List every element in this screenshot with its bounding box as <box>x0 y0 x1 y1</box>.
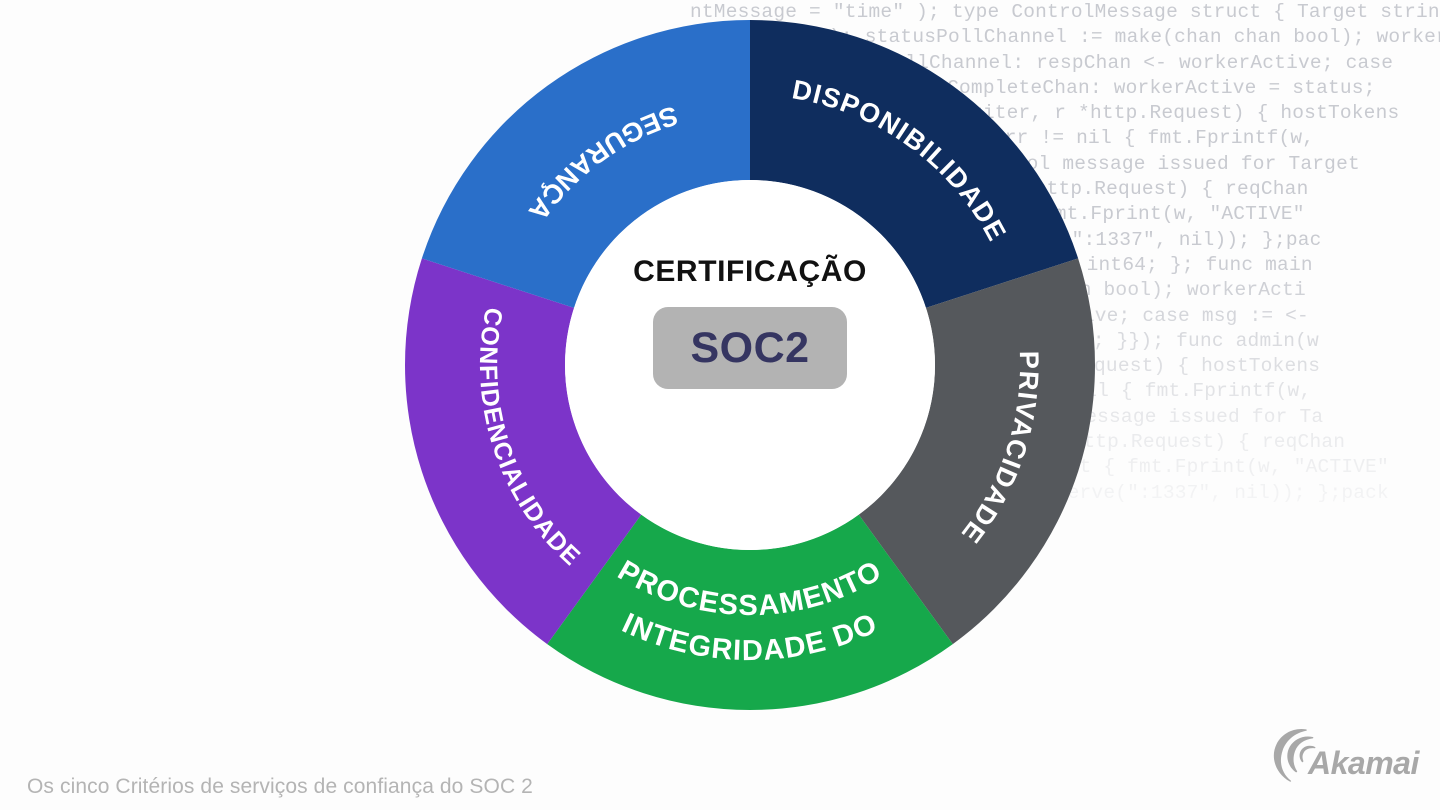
soc2-badge: SOC2 <box>653 307 847 389</box>
donut-chart-svg: DISPONIBILIDADEPRIVACIDADEINTEGRIDADE DO… <box>405 20 1095 710</box>
infographic-page: ntMessage = "time" ); type ControlMessag… <box>0 0 1440 810</box>
akamai-logo-svg: Akamai <box>1273 729 1421 782</box>
svg-text:Akamai: Akamai <box>1307 745 1420 781</box>
akamai-wordmark: Akamai <box>1307 745 1421 781</box>
center-content: CERTIFICAÇÃO SOC2 <box>565 255 935 389</box>
caption-text: Os cinco Critérios de serviços de confia… <box>27 775 533 798</box>
soc2-badge-label: SOC2 <box>690 323 810 372</box>
akamai-logo: Akamai <box>1268 726 1421 788</box>
certification-title: CERTIFICAÇÃO <box>633 255 867 288</box>
donut-chart: DISPONIBILIDADE PRIVACIDADE INTEGRIDADE DO… <box>0 0 1440 810</box>
